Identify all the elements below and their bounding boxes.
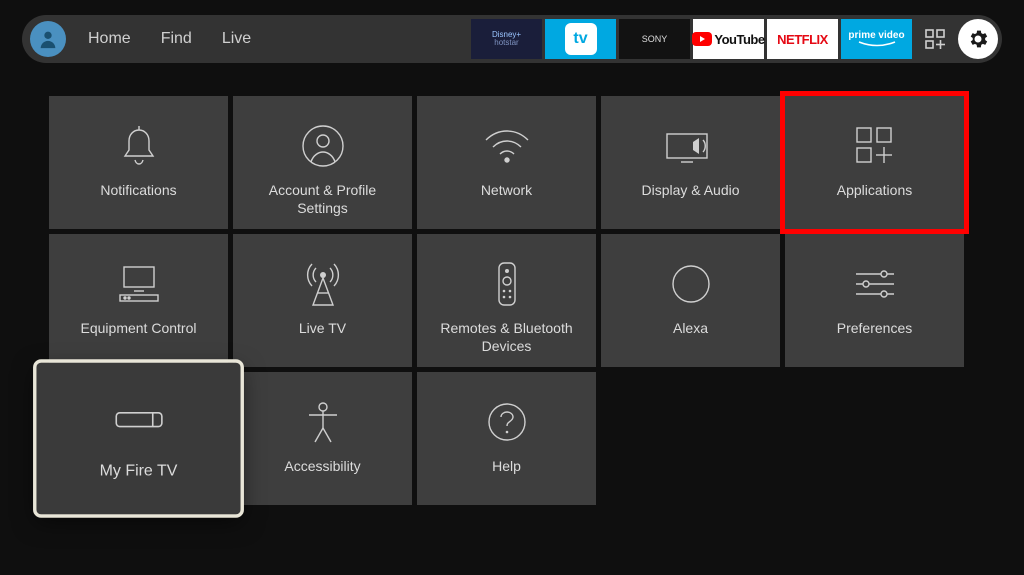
tile-remotes[interactable]: Remotes & Bluetooth Devices	[417, 234, 596, 367]
profile-circle-icon	[301, 118, 345, 174]
tile-network[interactable]: Network	[417, 96, 596, 229]
settings-grid: Notifications Account & Profile Settings…	[49, 96, 1024, 505]
prime-smile-icon	[857, 41, 897, 48]
gear-icon	[966, 27, 990, 51]
tile-label: Live TV	[283, 320, 362, 338]
tile-label: Account & Profile Settings	[233, 182, 412, 217]
nav-tile-hotstar[interactable]: Disney+ hotstar	[471, 19, 542, 59]
primevideo-logo: prime video	[848, 31, 904, 41]
tile-live-tv[interactable]: Live TV	[233, 234, 412, 367]
antenna-icon	[303, 256, 343, 312]
user-silhouette-icon	[37, 28, 59, 50]
nav-tile-netflix[interactable]: NETFLIX	[767, 19, 838, 59]
question-circle-icon	[486, 394, 528, 450]
nav-links: Home Find Live	[88, 30, 251, 48]
tile-notifications[interactable]: Notifications	[49, 96, 228, 229]
tile-my-fire-tv[interactable]: My Fire TV	[36, 363, 240, 515]
nav-link-home[interactable]: Home	[88, 30, 131, 48]
alexa-ring-icon	[669, 256, 713, 312]
tile-label: Network	[465, 182, 548, 200]
tile-label: Applications	[821, 182, 929, 200]
tv-icon: tv	[565, 23, 597, 55]
tile-account[interactable]: Account & Profile Settings	[233, 96, 412, 229]
tv-speaker-icon	[665, 118, 717, 174]
tile-label: My Fire TV	[81, 461, 195, 481]
nav-tile-primevideo[interactable]: prime video	[841, 19, 912, 59]
tile-equipment[interactable]: Equipment Control	[49, 234, 228, 367]
nav-tile-youtube[interactable]: YouTube	[693, 19, 764, 59]
apps-grid-plus-icon	[923, 27, 947, 51]
wifi-icon	[482, 118, 532, 174]
tile-preferences[interactable]: Preferences	[785, 234, 964, 367]
tile-label: Help	[476, 458, 537, 476]
tile-label: Equipment Control	[65, 320, 213, 338]
nav-tile-tv[interactable]: tv	[545, 19, 616, 59]
tile-alexa[interactable]: Alexa	[601, 234, 780, 367]
monitor-stack-icon	[116, 256, 162, 312]
tile-label: Preferences	[821, 320, 928, 338]
nav-link-live[interactable]: Live	[222, 30, 251, 48]
tile-label: Display & Audio	[625, 182, 755, 200]
youtube-play-icon	[692, 32, 712, 46]
nav-tile-sonyliv[interactable]: SONY	[619, 19, 690, 59]
bell-icon	[119, 118, 159, 174]
sliders-icon	[852, 256, 898, 312]
tile-accessibility[interactable]: Accessibility	[233, 372, 412, 505]
tile-label: Notifications	[84, 182, 192, 200]
netflix-logo: NETFLIX	[777, 32, 828, 47]
profile-avatar[interactable]	[30, 21, 66, 57]
nav-settings-button[interactable]	[958, 19, 998, 59]
tile-label: Alexa	[657, 320, 724, 338]
tile-applications[interactable]: Applications	[785, 96, 964, 229]
remote-icon	[495, 256, 519, 312]
person-arms-out-icon	[303, 394, 343, 450]
tile-label: Remotes & Bluetooth Devices	[417, 320, 596, 355]
nav-app-tiles: Disney+ hotstar tv SONY YouTube NETFLIX …	[471, 19, 998, 59]
tile-label: Accessibility	[268, 458, 376, 476]
nav-apps-button[interactable]	[915, 19, 955, 59]
apps-grid-plus-icon	[853, 118, 897, 174]
youtube-logo: YouTube	[692, 32, 764, 47]
firetv-stick-icon	[109, 388, 168, 452]
tile-display-audio[interactable]: Display & Audio	[601, 96, 780, 229]
top-nav-bar: Home Find Live Disney+ hotstar tv SONY Y…	[22, 15, 1002, 63]
tile-help[interactable]: Help	[417, 372, 596, 505]
nav-link-find[interactable]: Find	[161, 30, 192, 48]
